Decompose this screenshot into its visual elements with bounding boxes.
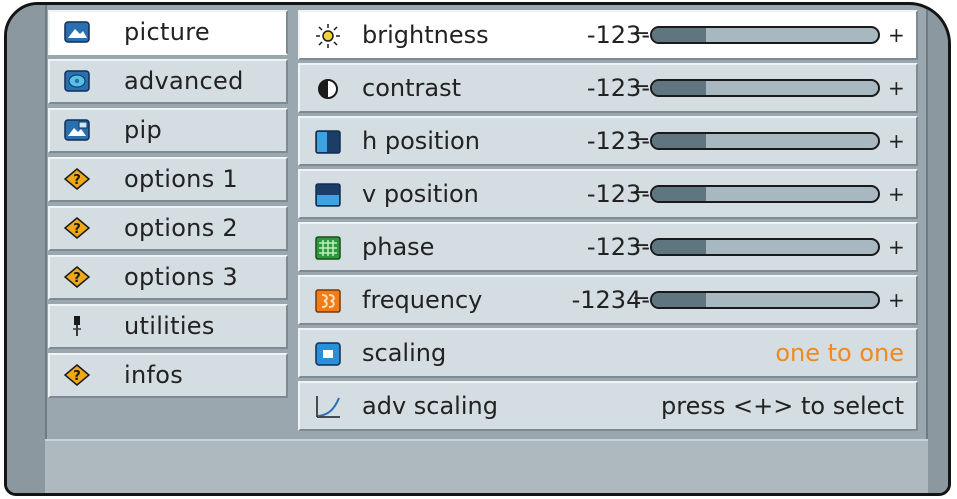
scaling-value[interactable]: one to one xyxy=(775,339,904,367)
h-position-label: h position xyxy=(362,127,480,155)
contrast-increase[interactable]: + xyxy=(888,76,905,100)
svg-text:?: ? xyxy=(73,222,81,237)
phase-label: phase xyxy=(362,233,435,261)
setting-row-frequency[interactable]: frequency -1234- − + xyxy=(298,275,918,325)
phase-slider-fill xyxy=(652,240,707,254)
contrast-slider-fill xyxy=(652,81,707,95)
svg-text:?: ? xyxy=(73,271,81,286)
settings-panel: brightness -123- − + contrast -123- − + … xyxy=(298,10,918,434)
svg-text:?: ? xyxy=(73,369,81,384)
menu-item-pip[interactable]: pip xyxy=(48,108,288,153)
setting-row-h-position[interactable]: h position -123- − + xyxy=(298,116,918,166)
setting-row-scaling[interactable]: scaling one to one xyxy=(298,328,918,378)
menu-item-utilities[interactable]: utilities xyxy=(48,304,288,349)
v-position-increase[interactable]: + xyxy=(888,182,905,206)
menu-label-utilities: utilities xyxy=(124,312,215,340)
setting-row-brightness[interactable]: brightness -123- − + xyxy=(298,10,918,60)
phase-increase[interactable]: + xyxy=(888,235,905,259)
h-position-icon xyxy=(315,130,341,154)
curve-icon xyxy=(316,396,340,418)
brightness-increase[interactable]: + xyxy=(888,23,905,47)
h-position-decrease[interactable]: − xyxy=(632,127,650,152)
brightness-label: brightness xyxy=(362,21,489,49)
frame-right-strip xyxy=(926,5,948,493)
advanced-icon xyxy=(64,70,90,92)
menu-label-infos: infos xyxy=(124,361,184,389)
contrast-icon xyxy=(318,79,338,99)
menu-label-picture: picture xyxy=(124,18,210,46)
menu-label-pip: pip xyxy=(124,116,163,144)
menu-item-advanced[interactable]: advanced xyxy=(48,59,288,104)
menu-item-options-1[interactable]: ? options 1 xyxy=(48,157,288,202)
v-position-decrease[interactable]: − xyxy=(632,180,650,205)
brightness-slider-fill xyxy=(652,28,707,42)
setting-row-phase[interactable]: phase -123- − + xyxy=(298,222,918,272)
frequency-increase[interactable]: + xyxy=(888,288,905,312)
brightness-slider[interactable] xyxy=(650,26,880,44)
adv-scaling-label: adv scaling xyxy=(362,392,498,420)
h-position-increase[interactable]: + xyxy=(888,129,905,153)
menu-item-options-3[interactable]: ? options 3 xyxy=(48,255,288,300)
h-position-slider-fill xyxy=(652,134,707,148)
v-position-label: v position xyxy=(362,180,479,208)
bottom-status-bar xyxy=(45,439,928,493)
setting-row-adv-scaling[interactable]: adv scaling press <+> to select xyxy=(298,381,918,431)
contrast-decrease[interactable]: − xyxy=(632,74,650,99)
frequency-slider-fill xyxy=(652,293,707,307)
v-position-slider[interactable] xyxy=(650,185,880,203)
phase-icon xyxy=(315,236,341,260)
menu-item-options-2[interactable]: ? options 2 xyxy=(48,206,288,251)
phase-slider[interactable] xyxy=(650,238,880,256)
frame-left-strip xyxy=(7,5,47,493)
phase-decrease[interactable]: − xyxy=(632,233,650,258)
v-position-icon xyxy=(315,183,341,207)
sun-icon xyxy=(316,24,340,48)
setting-row-contrast[interactable]: contrast -123- − + xyxy=(298,63,918,113)
frequency-icon xyxy=(315,289,341,313)
picture-icon xyxy=(64,21,90,43)
svg-text:?: ? xyxy=(73,173,81,188)
menu-item-picture[interactable]: picture xyxy=(48,10,288,55)
contrast-slider[interactable] xyxy=(650,79,880,97)
scaling-label: scaling xyxy=(362,339,447,367)
main-menu: picture advanced pip ? options 1 ? optio… xyxy=(48,10,288,402)
options-icon: ? xyxy=(64,217,90,239)
menu-label-options-3: options 3 xyxy=(124,263,238,291)
adv-scaling-hint: press <+> to select xyxy=(661,392,904,420)
menu-label-options-2: options 2 xyxy=(124,214,238,242)
scaling-icon xyxy=(315,342,341,366)
h-position-slider[interactable] xyxy=(650,132,880,150)
menu-label-options-1: options 1 xyxy=(124,165,238,193)
utilities-icon xyxy=(73,316,81,336)
infos-icon: ? xyxy=(64,364,90,386)
menu-item-infos[interactable]: ? infos xyxy=(48,353,288,398)
options-icon: ? xyxy=(64,168,90,190)
pip-icon xyxy=(64,119,90,141)
v-position-slider-fill xyxy=(652,187,707,201)
brightness-decrease[interactable]: − xyxy=(632,21,650,46)
menu-label-advanced: advanced xyxy=(124,67,244,95)
setting-row-v-position[interactable]: v position -123- − + xyxy=(298,169,918,219)
frequency-slider[interactable] xyxy=(650,291,880,309)
frequency-decrease[interactable]: − xyxy=(632,286,650,311)
frequency-label: frequency xyxy=(362,286,483,314)
options-icon: ? xyxy=(64,266,90,288)
contrast-label: contrast xyxy=(362,74,461,102)
